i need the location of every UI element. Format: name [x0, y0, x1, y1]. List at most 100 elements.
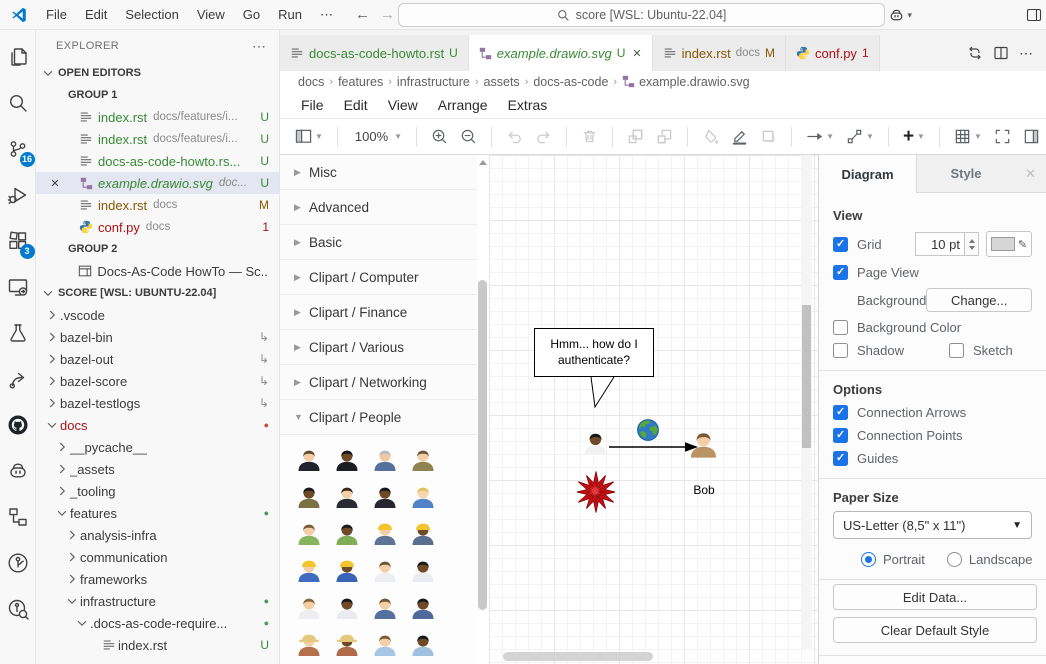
- tree-item-index-rst[interactable]: index.rstU: [36, 634, 279, 656]
- tree-item-communication[interactable]: communication: [36, 546, 279, 568]
- palette-section-clipart-people[interactable]: ▼Clipart / People: [280, 400, 477, 435]
- tree-item-bazel-out[interactable]: bazel-out↳: [36, 348, 279, 370]
- sidebar-more-icon[interactable]: ⋯: [252, 38, 267, 55]
- open-editor-conf-py[interactable]: conf.pydocs1: [36, 216, 279, 238]
- drawio-menu-extras[interactable]: Extras: [499, 95, 557, 115]
- person-shape-9[interactable]: [296, 521, 322, 547]
- person-shape-16[interactable]: [410, 558, 436, 584]
- bob-person-shape[interactable]: [688, 429, 719, 463]
- edit-data-button[interactable]: Edit Data...: [833, 584, 1037, 610]
- activity-extensions[interactable]: 3: [0, 218, 36, 264]
- person-shape-12[interactable]: [410, 521, 436, 547]
- back-icon[interactable]: ←: [355, 6, 370, 23]
- activity-git-graph[interactable]: [0, 540, 36, 586]
- activity-commit-search[interactable]: [0, 586, 36, 632]
- person-shape-24[interactable]: [410, 632, 436, 658]
- split-editor-icon[interactable]: [993, 45, 1009, 61]
- person-shape-17[interactable]: [296, 595, 322, 621]
- menu-selection[interactable]: Selection: [117, 4, 186, 26]
- tab-conf-py[interactable]: conf.py1: [786, 35, 880, 71]
- zoom-select[interactable]: 100%▼: [347, 125, 407, 148]
- canvas-vertical-scrollbar[interactable]: [801, 155, 812, 650]
- person-shape-15[interactable]: [372, 558, 398, 584]
- drawio-menu-edit[interactable]: Edit: [335, 95, 377, 115]
- tree-item-assets[interactable]: _assets: [36, 458, 279, 480]
- shadow-button[interactable]: [755, 124, 782, 149]
- activity-source-control[interactable]: 16: [0, 126, 36, 172]
- palette-section-clipart-networking[interactable]: ▶Clipart / Networking: [280, 365, 477, 400]
- view-button[interactable]: ▼: [290, 124, 328, 149]
- open-editor-docs-as-code-howto-rs[interactable]: docs-as-code-howto.rs...U: [36, 150, 279, 172]
- connection-arrows-checkbox[interactable]: [833, 405, 848, 420]
- menu-run[interactable]: Run: [270, 4, 310, 26]
- open-editor-index-rst[interactable]: index.rstdocs/features/i...U: [36, 106, 279, 128]
- tree-item-bazel-score[interactable]: bazel-score↳: [36, 370, 279, 392]
- activity-copilot-chat[interactable]: [0, 448, 36, 494]
- redo-button[interactable]: [530, 124, 557, 149]
- activity-drawio[interactable]: [0, 494, 36, 540]
- person-shape-10[interactable]: [334, 521, 360, 547]
- tab-diagram[interactable]: Diagram: [819, 155, 917, 193]
- connector-arrow[interactable]: [607, 439, 701, 455]
- tab-index-rst[interactable]: index.rstdocsM: [653, 35, 786, 71]
- undo-button[interactable]: [501, 124, 528, 149]
- bob-label[interactable]: Bob: [677, 483, 731, 497]
- close-icon[interactable]: ✕: [46, 177, 64, 190]
- workspace-root[interactable]: SCORE [WSL: UBUNTU-22.04]: [36, 282, 279, 304]
- grid-size-input[interactable]: [915, 232, 965, 256]
- palette-section-clipart-various[interactable]: ▶Clipart / Various: [280, 330, 477, 365]
- zoom-out-button[interactable]: [455, 124, 482, 149]
- menu-file[interactable]: File: [38, 4, 75, 26]
- delete-button[interactable]: [576, 124, 603, 149]
- connection-button[interactable]: ▼: [801, 124, 839, 149]
- person-shape-21[interactable]: [296, 632, 322, 658]
- grid-color-button[interactable]: ✎: [986, 231, 1032, 257]
- format-panel-toggle[interactable]: [1018, 124, 1045, 149]
- grid-checkbox[interactable]: [833, 237, 848, 252]
- alice-person-shape[interactable]: [582, 430, 609, 460]
- tree-item-docs-as-code-require[interactable]: .docs-as-code-require...●: [36, 612, 279, 634]
- line-color-button[interactable]: [726, 124, 753, 149]
- more-actions-icon[interactable]: ⋯: [1019, 45, 1034, 62]
- open-editor-index-rst[interactable]: index.rstdocs/features/i...U: [36, 128, 279, 150]
- menu-go[interactable]: Go: [235, 4, 268, 26]
- shadow-checkbox[interactable]: [833, 343, 848, 358]
- tree-item-vscode[interactable]: .vscode: [36, 304, 279, 326]
- breadcrumb-example-drawio-svg[interactable]: example.drawio.svg: [622, 75, 749, 89]
- tab-docs-as-code-howto-rst[interactable]: docs-as-code-howto.rstU: [280, 35, 469, 71]
- tree-item-infrastructure[interactable]: infrastructure●: [36, 590, 279, 612]
- sketch-checkbox[interactable]: [949, 343, 964, 358]
- person-shape-7[interactable]: [372, 484, 398, 510]
- open-editors-header[interactable]: OPEN EDITORS: [36, 62, 279, 84]
- drawio-menu-file[interactable]: File: [292, 95, 333, 115]
- tree-item-bazel-bin[interactable]: bazel-bin↳: [36, 326, 279, 348]
- activity-remote-explorer[interactable]: [0, 264, 36, 310]
- person-shape-8[interactable]: [410, 484, 436, 510]
- person-shape-3[interactable]: [372, 447, 398, 473]
- person-shape-20[interactable]: [410, 595, 436, 621]
- tree-item-docs[interactable]: docs●: [36, 414, 279, 436]
- tree-item-features[interactable]: features●: [36, 502, 279, 524]
- open-editor-index-rst[interactable]: index.rstdocsM: [36, 194, 279, 216]
- search-box[interactable]: score [WSL: Ubuntu-22.04]: [398, 3, 885, 27]
- activity-live-share[interactable]: [0, 356, 36, 402]
- copilot-menu[interactable]: ▾: [888, 7, 912, 24]
- menu-view[interactable]: View: [189, 4, 233, 26]
- person-shape-5[interactable]: [296, 484, 322, 510]
- landscape-option[interactable]: Landscape: [947, 552, 1033, 567]
- fullscreen-button[interactable]: [989, 124, 1016, 149]
- layout-panel-icon[interactable]: [1026, 7, 1042, 23]
- menu-[interactable]: ⋯: [312, 4, 341, 26]
- person-shape-4[interactable]: [410, 447, 436, 473]
- paper-size-select[interactable]: US-Letter (8,5" x 11") ▼: [833, 511, 1032, 539]
- table-button[interactable]: ▼: [949, 124, 987, 149]
- menu-edit[interactable]: Edit: [77, 4, 115, 26]
- close-icon[interactable]: ✕: [632, 47, 641, 60]
- connection-points-checkbox[interactable]: [833, 428, 848, 443]
- change-background-button[interactable]: Change...: [926, 288, 1032, 312]
- activity-run-debug[interactable]: [0, 172, 36, 218]
- insert-button[interactable]: +▼: [898, 126, 930, 148]
- tree-item-tooling[interactable]: _tooling: [36, 480, 279, 502]
- to-back-button[interactable]: [651, 124, 678, 149]
- person-shape-6[interactable]: [334, 484, 360, 510]
